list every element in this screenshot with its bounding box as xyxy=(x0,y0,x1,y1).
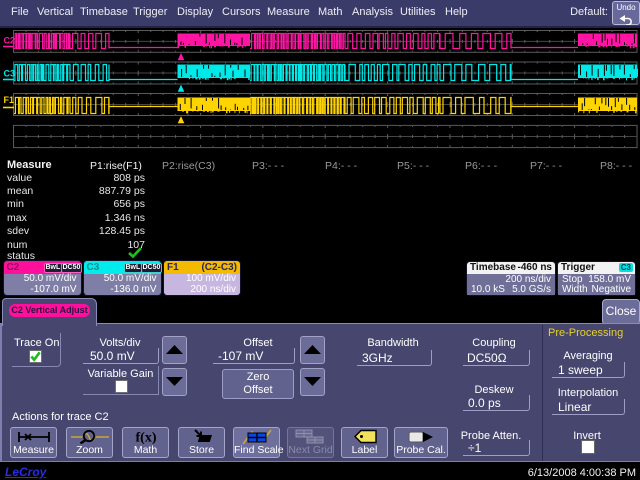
svg-text:C3: C3 xyxy=(4,69,16,79)
svg-text:C2: C2 xyxy=(4,36,16,46)
svg-text:F1: F1 xyxy=(4,95,15,105)
svg-text:f(x): f(x) xyxy=(135,431,156,445)
